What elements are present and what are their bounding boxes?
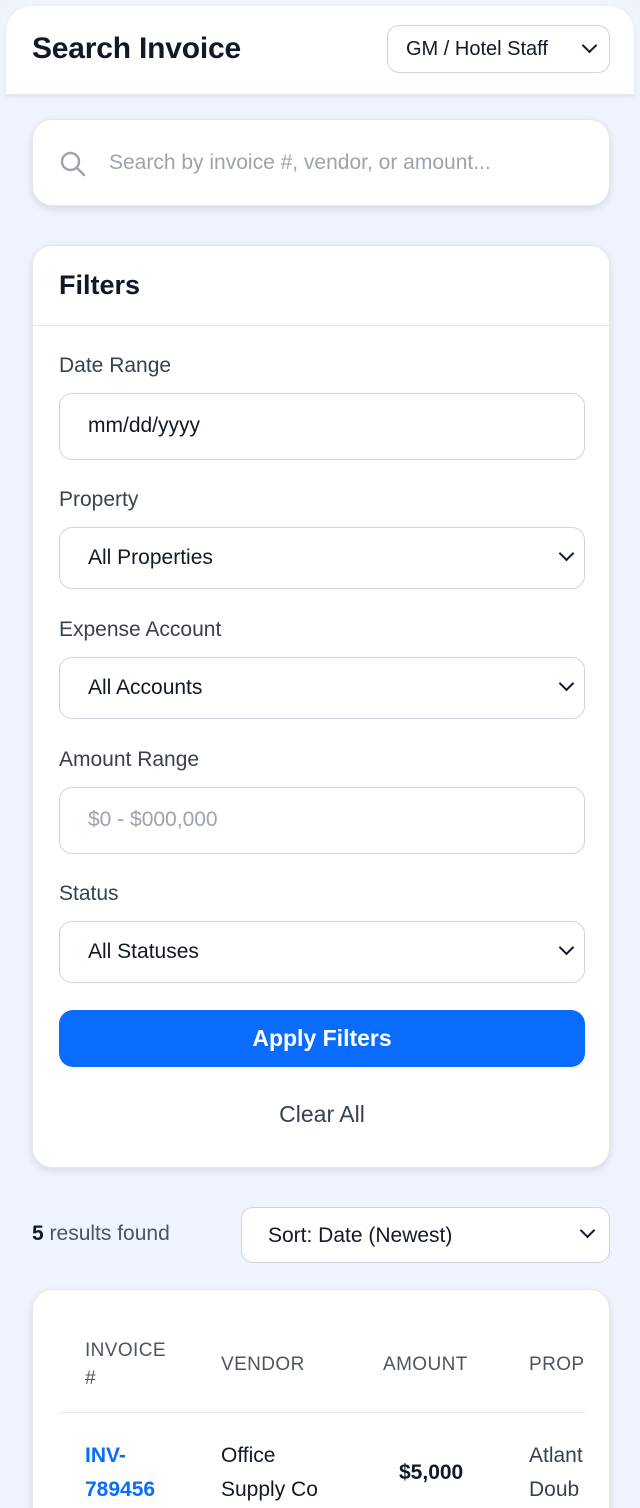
search-icon (60, 151, 86, 177)
chevron-down-icon (581, 37, 598, 54)
vendor-line2: Supply Co (221, 1478, 318, 1501)
search-bar (32, 119, 610, 206)
chevron-down-icon (558, 939, 575, 956)
property-line1: Atlant (529, 1444, 583, 1467)
column-header-invoice-line2: # (85, 1368, 96, 1389)
table-scroll-area[interactable]: INVOICE # VENDOR AMOUNT PROP INV- 789456… (59, 1290, 585, 1508)
invoice-number-line1: INV- (85, 1444, 126, 1467)
property-line2: Doub (529, 1478, 580, 1501)
property-cell: Atlant Doub (529, 1439, 583, 1507)
amount-range-input[interactable]: $0 - $000,000 (59, 787, 585, 854)
role-select-label: GM / Hotel Staff (406, 38, 548, 60)
amount-cell: $5,000 (399, 1461, 464, 1484)
header: Search Invoice GM / Hotel Staff (6, 6, 634, 94)
column-header-vendor: VENDOR (221, 1354, 305, 1375)
status-label: Status (59, 882, 119, 905)
results-count: 5 results found (32, 1222, 170, 1246)
column-header-amount: AMOUNT (383, 1354, 468, 1375)
chevron-down-icon (558, 545, 575, 562)
clear-all-button[interactable]: Clear All (59, 1089, 585, 1139)
sort-select-label: Sort: Date (Newest) (268, 1224, 453, 1247)
results-count-number: 5 (32, 1222, 44, 1245)
date-range-input[interactable]: mm/dd/yyyy (59, 393, 585, 460)
expense-account-select[interactable]: All Accounts (59, 657, 585, 719)
vendor-cell: Office Supply Co (221, 1439, 318, 1507)
property-select-value: All Properties (88, 546, 213, 569)
search-input[interactable] (109, 140, 589, 186)
status-select[interactable]: All Statuses (59, 921, 585, 983)
invoice-number-line2: 789456 (85, 1478, 156, 1501)
filters-panel: Filters Date Range mm/dd/yyyy Property A… (32, 245, 610, 1168)
property-label: Property (59, 488, 139, 511)
apply-filters-button[interactable]: Apply Filters (59, 1010, 585, 1067)
page-title: Search Invoice (32, 32, 241, 65)
filters-title: Filters (59, 270, 141, 300)
sort-select[interactable]: Sort: Date (Newest) (241, 1207, 610, 1263)
app-frame: Search Invoice GM / Hotel Staff Filters … (0, 0, 640, 1508)
results-table: INVOICE # VENDOR AMOUNT PROP INV- 789456… (32, 1289, 610, 1508)
amount-range-placeholder: $0 - $000,000 (88, 808, 218, 831)
expense-account-label: Expense Account (59, 618, 222, 641)
date-range-label: Date Range (59, 354, 172, 377)
date-range-value: mm/dd/yyyy (88, 414, 201, 437)
row-divider (59, 1412, 585, 1413)
column-header-invoice-line1: INVOICE (85, 1340, 166, 1361)
vendor-line1: Office (221, 1444, 276, 1467)
chevron-down-icon (579, 1222, 596, 1239)
column-header-invoice: INVOICE # (85, 1337, 166, 1393)
expense-account-select-value: All Accounts (88, 676, 203, 699)
invoice-number-link[interactable]: INV- 789456 (85, 1439, 155, 1507)
results-count-label: results found (43, 1222, 170, 1245)
divider (33, 325, 609, 326)
role-select[interactable]: GM / Hotel Staff (387, 25, 610, 73)
property-select[interactable]: All Properties (59, 527, 585, 589)
amount-range-label: Amount Range (59, 748, 200, 771)
chevron-down-icon (558, 675, 575, 692)
column-header-property: PROP (529, 1354, 585, 1375)
status-select-value: All Statuses (88, 940, 199, 963)
